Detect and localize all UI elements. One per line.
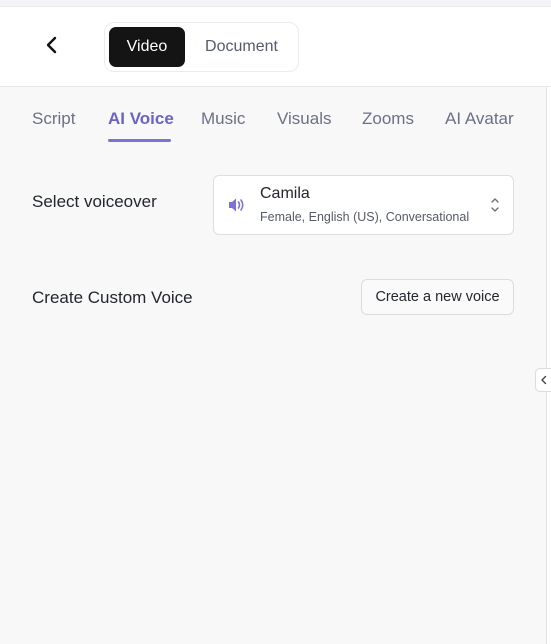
select-voiceover-label: Select voiceover	[32, 192, 157, 211]
video-mode-button[interactable]: Video	[109, 27, 185, 67]
document-mode-button[interactable]: Document	[189, 27, 294, 67]
tab-ai-avatar[interactable]: AI Avatar	[445, 109, 514, 129]
chevron-up-down-icon	[491, 198, 499, 212]
top-strip	[0, 0, 551, 7]
side-panel-edge	[546, 87, 551, 644]
header: Video Document	[0, 7, 551, 87]
back-button[interactable]	[38, 31, 66, 59]
collapse-panel-button[interactable]	[535, 368, 551, 392]
tab-ai-voice[interactable]: AI Voice	[108, 109, 174, 129]
tab-script[interactable]: Script	[32, 109, 75, 129]
voice-description: Female, English (US), Conversational	[260, 210, 470, 224]
create-custom-voice-label: Create Custom Voice	[32, 288, 193, 307]
active-tab-indicator	[108, 139, 171, 142]
chevron-left-icon	[46, 36, 57, 54]
create-new-voice-button[interactable]: Create a new voice	[361, 279, 514, 315]
tab-bar: Script AI Voice Music Visuals Zooms AI A…	[0, 87, 545, 145]
tab-visuals[interactable]: Visuals	[277, 109, 332, 129]
chevron-left-icon	[541, 375, 547, 385]
voiceover-select[interactable]: Camila Female, English (US), Conversatio…	[213, 175, 514, 235]
speaker-icon	[229, 198, 244, 212]
voice-name: Camila	[260, 185, 310, 202]
tab-zooms[interactable]: Zooms	[362, 109, 414, 129]
tab-music[interactable]: Music	[201, 109, 245, 129]
mode-toggle: Video Document	[104, 22, 299, 72]
